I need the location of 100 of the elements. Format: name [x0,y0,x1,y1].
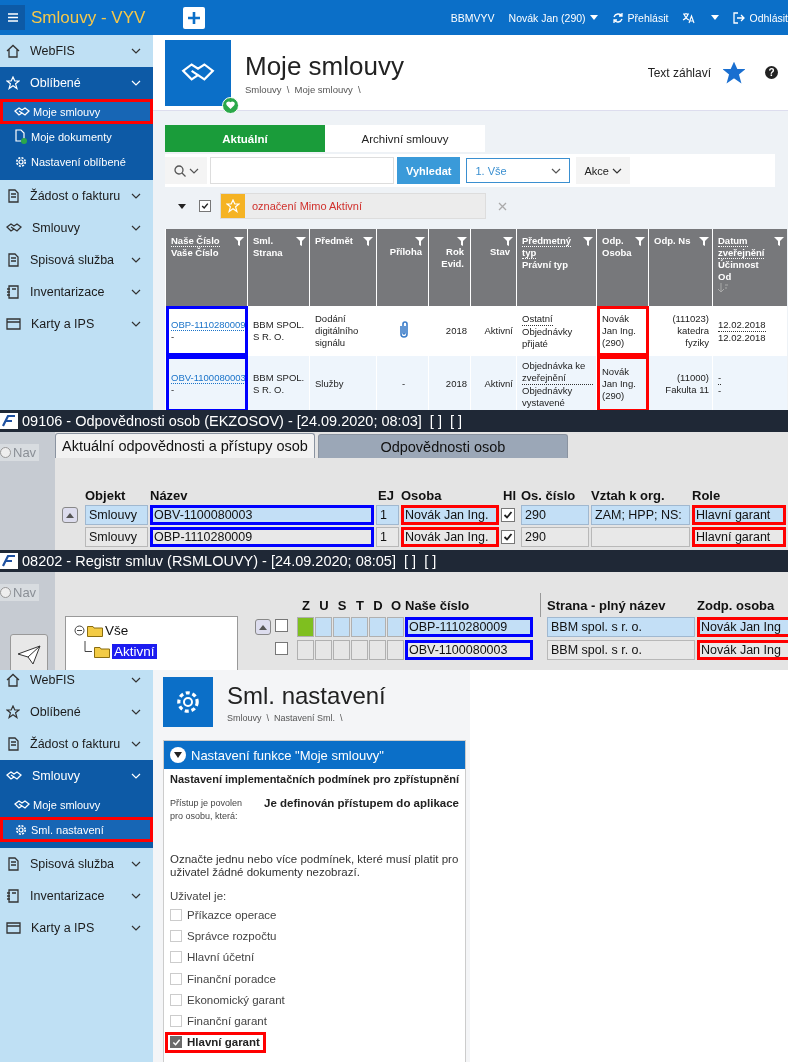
checkbox-option[interactable]: Správce rozpočtu [170,925,283,947]
folder-icon [87,624,103,637]
field-label: Přístup je povolen pro osobu, která: [170,797,244,823]
section-header[interactable]: Nastavení funkce "Moje smlouvy" [164,741,465,769]
sidebar-item[interactable]: Oblíbené [0,67,153,99]
form-field[interactable]: Hlavní garant [692,527,786,547]
contract-link[interactable]: OBV-1100080003 [171,372,246,384]
logout-button[interactable]: Odhlásit [733,11,788,24]
header-label: Předmetný typ [522,235,573,259]
sidebar-item[interactable]: Inventarizace [0,276,153,308]
handshake-icon [14,798,30,811]
form-field[interactable]: OBV-1100080003 [405,640,533,660]
form-field[interactable]: Hlavní garant [692,505,786,525]
notebook-icon [6,889,20,903]
sidebar-item[interactable]: Karty a IPS [0,912,153,944]
search-mode-button[interactable] [165,157,207,184]
form-field[interactable]: BBM spol. s r. o. [547,617,695,637]
sidebar-item[interactable]: Spisová služba [0,848,153,880]
tab[interactable]: Archivní smlouvy [325,125,485,152]
checkbox[interactable] [275,642,288,655]
sidebar-item[interactable]: Karty a IPS [0,308,153,340]
form-field[interactable]: 1 [376,505,399,525]
form-field[interactable] [591,527,690,547]
sidebar-subitem[interactable]: Moje dokumenty [0,124,153,149]
chevron-down-icon [131,893,141,899]
checkbox[interactable] [199,200,211,212]
scroll-up-button[interactable] [254,619,271,635]
form-field[interactable]: OBP-1110280009 [405,617,533,637]
sidebar-item[interactable]: Smlouvy [0,212,153,244]
scroll-up-button[interactable] [62,507,78,523]
favorite-star-icon [723,61,745,84]
form-field[interactable]: OBV-1100080003 [150,505,374,525]
tab[interactable]: Aktuální odpovědnosti a přístupy osob [55,433,315,458]
sidebar-item[interactable]: WebFIS [0,670,153,696]
column-header: Strana - plný název [547,597,667,613]
tree-node[interactable]: Vše [105,623,129,638]
chevron-down-icon [131,861,141,867]
user-menu[interactable]: Novák Jan (290) [508,11,598,24]
form-field[interactable]: Smlouvy [85,505,148,525]
instruction-text: Označte jednu nebo více podmínek, které musí platit pro [170,853,459,866]
chevron-down-icon [551,167,562,174]
sidebar-subitem[interactable]: Moje smlouvy [0,99,153,124]
header-label: Odp. Osoba [602,235,633,259]
chevron-down-icon [131,80,141,86]
sidebar-item[interactable]: Oblíbené [0,696,153,728]
tree-branch-icon [84,641,92,652]
contract-link[interactable]: OBP-1110280009 [171,319,246,331]
sidebar-item[interactable]: Inventarizace [0,880,153,912]
filter-dropdown[interactable]: 1. Vše [466,158,571,183]
form-field[interactable]: Novák Jan Ing [697,617,788,637]
form-field[interactable]: 290 [521,505,589,525]
checkbox-option[interactable]: Hlavní účetní [170,946,261,968]
sidebar-item[interactable]: Smlouvy [0,760,153,792]
form-field[interactable]: Novák Jan Ing. [401,505,499,525]
checkbox[interactable] [501,529,515,544]
form-field[interactable]: 1 [376,527,399,547]
checkbox-option[interactable]: Hlavní garant [165,1031,266,1054]
tab[interactable]: Odpovědnosti osob [317,434,568,458]
checkbox-option[interactable]: Ekonomický garant [170,989,291,1011]
checkbox-option[interactable]: Finanční poradce [170,967,282,990]
tab[interactable]: Aktuální [165,125,325,152]
paper-plane-icon [17,645,41,665]
search-field[interactable] [210,157,394,184]
sidebar-item[interactable]: WebFIS [0,35,153,67]
form-field[interactable]: Novák Jan Ing [697,640,788,660]
form-field[interactable]: Novák Jan Ing. [401,527,499,547]
refresh-icon [611,11,624,24]
checkbox[interactable] [501,507,515,522]
gear-icon [174,688,202,716]
sort-icon [718,283,728,293]
form-field[interactable]: 290 [521,527,589,547]
sidebar-item[interactable]: Spisová služba [0,244,153,276]
header-label: Odp. Ns [654,235,692,247]
form-field[interactable]: Smlouvy [85,527,148,547]
chevron-down-icon [131,773,141,779]
menu-button[interactable] [0,5,25,30]
checkbox-option[interactable]: Finanční garant [170,1010,273,1032]
checkbox[interactable] [275,619,288,632]
header-label: Předmět [315,235,354,247]
form-field[interactable]: BBM spol. s r. o. [547,640,695,660]
search-icon [173,164,186,177]
chevron-down-icon [131,48,141,54]
language-button[interactable] [682,11,720,24]
help-button[interactable]: ? [765,66,778,79]
checkbox-option[interactable]: Příkazce operace [170,904,283,926]
sidebar-item[interactable]: Žádost o fakturu [0,728,153,760]
sidebar-subitem[interactable]: Moje smlouvy [0,792,153,817]
tree-node[interactable]: Aktivní [112,644,157,659]
actions-button[interactable]: Akce [576,157,630,184]
sidebar-subitem[interactable]: Nastavení oblíbené [0,149,153,174]
add-button[interactable] [183,6,206,29]
send-button[interactable] [10,634,48,670]
form-field[interactable]: ZAM; HPP; NS: [591,505,690,525]
paperclip-icon [397,320,410,339]
form-field[interactable]: OBP-1110280009 [150,527,374,547]
sidebar-item[interactable]: Žádost o fakturu [0,180,153,212]
sidebar-subitem[interactable]: Sml. nastavení [0,817,153,842]
relogin-button[interactable]: Přehlásit [611,11,669,24]
document-icon [14,128,28,145]
filter-chip[interactable]: označení Mimo Aktivní [220,193,486,219]
